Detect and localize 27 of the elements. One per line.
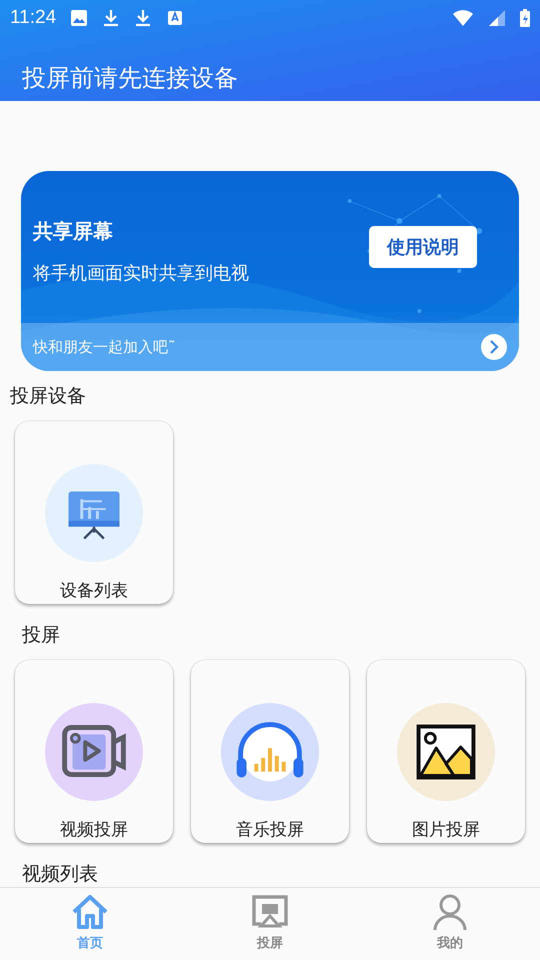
feature-card[interactable]: 视频投屏	[15, 660, 173, 843]
translate-icon	[166, 9, 184, 27]
signal-icon	[488, 9, 506, 27]
status-time: 11:24	[10, 7, 56, 29]
headphones-icon	[221, 702, 319, 802]
banner-subtitle: 将手机画面实时共享到电视	[33, 262, 250, 284]
download-icon	[134, 9, 152, 27]
presentation-board-icon	[45, 463, 143, 563]
section-title: 投屏设备	[9, 384, 87, 409]
banner-title: 共享屏幕	[33, 218, 114, 244]
app-bar-title: 投屏前请先连接设备	[21, 63, 239, 94]
banner-footer-text: 快和朋友一起加入吧˜	[33, 338, 176, 356]
section-title: 视频列表	[21, 862, 99, 887]
section-title: 投屏	[21, 623, 61, 648]
feature-card[interactable]: 设备列表	[15, 421, 173, 604]
feature-card[interactable]: 音乐投屏	[191, 660, 349, 843]
image-icon	[70, 9, 88, 27]
download-icon	[102, 9, 120, 27]
wifi-icon	[452, 9, 474, 27]
battery-icon	[520, 9, 530, 27]
cast-icon	[250, 894, 290, 930]
home-icon	[70, 894, 110, 930]
chevron-right-icon[interactable]	[481, 334, 507, 360]
feature-card[interactable]: 图片投屏	[367, 660, 525, 843]
video-camera-icon	[45, 702, 143, 802]
image-icon	[397, 702, 495, 802]
instructions-button[interactable]: 使用说明	[369, 226, 477, 268]
